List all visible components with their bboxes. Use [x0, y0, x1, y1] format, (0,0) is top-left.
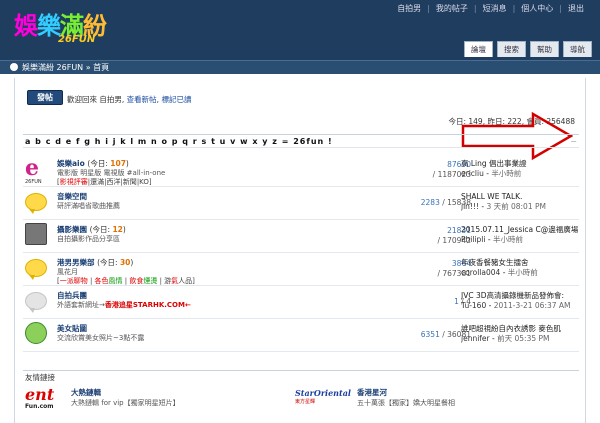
last-post[interactable]: 高 Ling 倡出事業證 ericliu - 半小時前: [461, 159, 579, 179]
category-header: a b c d e f g h i j k l m n o p q r s t …: [23, 134, 579, 148]
forum-main: 發帖 歡迎回來 自拍男, 查看新帖, 標記已讀 今日: 149, 昨日: 222…: [14, 78, 586, 423]
last-post-author: Philipli: [461, 235, 486, 244]
tab-search[interactable]: 搜索: [497, 41, 526, 57]
welcome-message: 歡迎回來 自拍男, 查看新帖, 標記已讀: [67, 95, 192, 104]
forum-icon-wrap: [25, 223, 51, 249]
forum-icon-wrap: [25, 322, 51, 348]
last-post-title: 高 Ling 倡出事業證: [461, 159, 527, 168]
last-post-author: corolla004: [461, 268, 501, 277]
forum-icon-wrap: [25, 190, 51, 216]
forum-icon: e: [25, 155, 39, 181]
last-post[interactable]: 年夜香餐豬女生擂舍 corolla004 - 半小時前: [461, 258, 579, 278]
forum-row[interactable]: 美女貼圖 交流欣賞美女照片~3點不露 6351 / 36081 誰吧超視紛自內衣誘影…: [23, 319, 579, 352]
last-post-time: 3 天前 08:01 PM: [486, 202, 546, 211]
breadcrumb-text[interactable]: 娛樂滿紛 26FUN » 首頁: [22, 63, 109, 72]
forum-icon: [25, 292, 47, 313]
last-post-title: 2015.07.11_Jessica C@邊福廣場: [461, 225, 579, 234]
subforum-links[interactable]: [影視評審|還滿|西洋|新聞|KO]: [57, 177, 152, 187]
site-logo[interactable]: 娛樂滿紛 26FUN: [14, 6, 107, 48]
forum-description: 研評滿唱省歌曲推薦: [57, 202, 120, 210]
subforum-links[interactable]: [一派聊物 | 各色風情 | 飲食煙燙 | 游氣人品]: [57, 276, 195, 286]
main-tabs: 論壇 搜索 幫助 導航: [464, 41, 592, 57]
collapse-icon[interactable]: −: [570, 135, 577, 148]
last-post[interactable]: JVC 3D高清攝錄機新品發佈會: Tu-160 - 2011-3-21 06:3…: [461, 291, 579, 311]
last-post-time: 半小時前: [507, 268, 538, 277]
mark-read-link[interactable]: 標記已讀: [161, 95, 191, 104]
last-post-title: 年夜香餐豬女生擂舍: [461, 258, 529, 267]
user-nav: 自拍男 | 我的帖子 | 短消息 | 個人中心 | 退出: [391, 2, 590, 14]
friend-link-desc: 大熱鏈輯 for vip【獨家明星短片】: [71, 399, 180, 407]
friend-link-2[interactable]: StarOriental 東方星輝 香港星河 五十萬張【獨家】嬌大明星餐相: [295, 385, 575, 415]
forum-icon-wrap: [25, 289, 51, 315]
user-nav-messages[interactable]: 短消息: [477, 3, 513, 14]
user-nav-profile[interactable]: 個人中心: [515, 3, 559, 14]
forum-new-icon: [25, 193, 47, 214]
user-nav-my-posts[interactable]: 我的帖子: [430, 3, 474, 14]
forum-new-icon: [25, 259, 47, 280]
last-post-title: 誰吧超視紛自內衣誘影 麥色肌: [461, 324, 561, 333]
forum-icon: [25, 322, 47, 344]
last-post[interactable]: SHALL WE TALK. jin!!! - 3 天前 08:01 PM: [461, 192, 579, 212]
last-post-time: 半小時前: [491, 169, 522, 178]
new-post-button[interactable]: 發帖: [27, 90, 63, 105]
last-post-author: jennifer: [461, 334, 490, 343]
last-post[interactable]: 2015.07.11_Jessica C@邊福廣場 Philipli - 半小時前: [461, 225, 579, 245]
user-nav-logout[interactable]: 退出: [562, 3, 590, 14]
user-nav-username[interactable]: 自拍男: [391, 3, 427, 14]
last-post-title: JVC 3D高清攝錄機新品發佈會:: [461, 291, 565, 300]
forum-icon-wrap: [25, 256, 51, 282]
staroriental-logo[interactable]: StarOriental 東方星輝: [295, 388, 353, 410]
forum-row[interactable]: e 26FUN 娛樂aio (今日: 107) 電影版 明星版 電視版 #all-in…: [23, 154, 579, 187]
forum-icon: [25, 223, 47, 245]
category-title[interactable]: a b c d e f g h i j k l m n o p q r s t …: [25, 137, 333, 146]
header-bar: 娛樂滿紛 26FUN 自拍男 | 我的帖子 | 短消息 | 個人中心 | 退出 論壇 搜…: [0, 0, 600, 60]
friend-link-title[interactable]: 大熱鏈輯: [71, 387, 101, 398]
breadcrumb: 娛樂滿紛 26FUN » 首頁: [0, 60, 600, 74]
last-post[interactable]: 誰吧超視紛自內衣誘影 麥色肌 jennifer - 前天 05:35 PM: [461, 324, 579, 344]
tab-forum[interactable]: 論壇: [464, 41, 493, 57]
last-post-author: Tu-160: [461, 301, 487, 310]
forum-row[interactable]: 攝影樂園 (今日: 12) 自拍攝影作品分享區 21831/ 170942 2015.…: [23, 220, 579, 253]
tab-navigation[interactable]: 導航: [563, 41, 592, 57]
last-post-author: ericliu: [461, 169, 484, 178]
friend-link-1[interactable]: ent Fun.com 大熱鏈輯 大熱鏈輯 for vip【獨家明星短片】: [25, 385, 285, 415]
forum-row[interactable]: 自拍兵團 外語套新網址→香港追星STARHK.COM← 1 / 4 JVC 3D高清…: [23, 286, 579, 319]
logo-subtext: 26FUN: [58, 34, 96, 45]
forum-row[interactable]: 港男男樂部 (今日: 30) 風花月 [一派聊物 | 各色風情 | 飲食煙燙 | 游…: [23, 253, 579, 286]
forum-row[interactable]: 音樂空間 研評滿唱省歌曲推薦 2283 / 15838 SHALL WE TALK.…: [23, 187, 579, 220]
last-post-time: 2011-3-21 06:37 AM: [493, 301, 571, 310]
friend-link-title[interactable]: 香港星河: [357, 387, 387, 398]
friend-link-desc: 五十萬張【獨家】嬌大明星餐相: [357, 399, 455, 407]
last-post-author: jin!!!: [461, 202, 479, 211]
last-post-time: 半小時前: [492, 235, 523, 244]
forum-list: e 26FUN 娛樂aio (今日: 107) 電影版 明星版 電視版 #all-in…: [23, 154, 579, 352]
view-new-posts-link[interactable]: 查看新帖: [127, 95, 157, 104]
forum-description: 外語套新網址→香港追星STARHK.COM←: [57, 301, 191, 309]
tab-help[interactable]: 幫助: [530, 41, 559, 57]
forum-description: 交流欣賞美女照片~3點不露: [57, 334, 145, 342]
home-icon[interactable]: [10, 63, 18, 71]
forum-description: 自拍攝影作品分享區: [57, 235, 120, 243]
entfun-logo[interactable]: ent Fun.com: [25, 387, 65, 411]
last-post-title: SHALL WE TALK.: [461, 192, 523, 201]
last-post-time: 前天 05:35 PM: [497, 334, 550, 343]
forum-icon-wrap: e 26FUN: [25, 155, 51, 185]
friend-links-header: 友情鏈接: [23, 370, 579, 384]
